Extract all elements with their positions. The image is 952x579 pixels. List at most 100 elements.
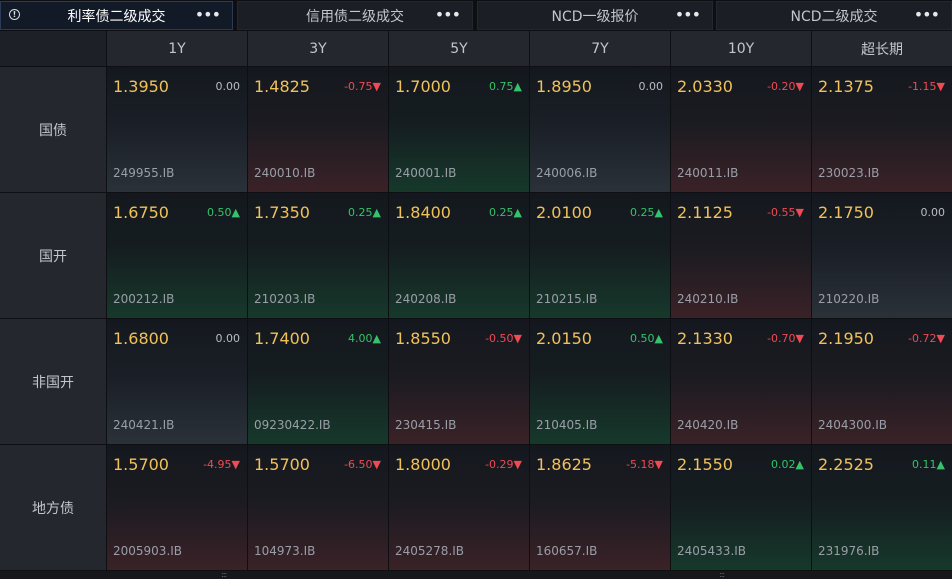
tab-credit-bond-secondary[interactable]: 信用债二级成交 ••• bbox=[237, 1, 473, 30]
quote-cell[interactable]: 2.1330 -0.70▼ 240420.IB bbox=[671, 319, 811, 444]
quote-cell[interactable]: 2.1950 -0.72▼ 2404300.IB bbox=[812, 319, 952, 444]
change-value: 0.75▲ bbox=[489, 80, 522, 93]
quote-cell[interactable]: 2.0150 0.50▲ 210405.IB bbox=[530, 319, 670, 444]
change-value: 0.00 bbox=[920, 206, 946, 219]
more-options-icon[interactable]: ••• bbox=[435, 7, 461, 23]
change-value: 4.00▲ bbox=[348, 332, 381, 345]
yield-value: 1.7400 bbox=[254, 329, 310, 348]
more-options-icon[interactable]: ••• bbox=[195, 7, 221, 23]
yield-value: 1.8400 bbox=[395, 203, 451, 222]
bond-code: 2404300.IB bbox=[818, 418, 888, 432]
yield-value: 1.3950 bbox=[113, 77, 169, 96]
quote-cell[interactable]: 2.1750 0.00 210220.IB bbox=[812, 193, 952, 318]
yield-value: 2.1550 bbox=[677, 455, 733, 474]
yield-value: 1.7000 bbox=[395, 77, 451, 96]
quote-cell[interactable]: 1.6800 0.00 240421.IB bbox=[107, 319, 247, 444]
quote-cell[interactable]: 1.8625 -5.18▼ 160657.IB bbox=[530, 445, 670, 570]
more-options-icon[interactable]: ••• bbox=[675, 7, 701, 23]
quote-cell[interactable]: 2.0330 -0.20▼ 240011.IB bbox=[671, 67, 811, 192]
grid-corner bbox=[0, 31, 106, 66]
change-value: 0.00 bbox=[215, 332, 241, 345]
column-header: 10Y bbox=[671, 31, 811, 66]
quote-cell[interactable]: 1.8550 -0.50▼ 230415.IB bbox=[389, 319, 529, 444]
bond-code: 210405.IB bbox=[536, 418, 598, 432]
quote-cell[interactable]: 1.8000 -0.29▼ 2405278.IB bbox=[389, 445, 529, 570]
quote-cell[interactable]: 1.8400 0.25▲ 240208.IB bbox=[389, 193, 529, 318]
yield-value: 2.1750 bbox=[818, 203, 874, 222]
quote-cell[interactable]: 2.1550 0.02▲ 2405433.IB bbox=[671, 445, 811, 570]
row-header: 非国开 bbox=[0, 319, 106, 444]
yield-value: 1.8000 bbox=[395, 455, 451, 474]
quote-cell[interactable]: 1.6750 0.50▲ 200212.IB bbox=[107, 193, 247, 318]
bond-code: 240006.IB bbox=[536, 166, 598, 180]
yield-value: 2.0100 bbox=[536, 203, 592, 222]
column-header: 1Y bbox=[107, 31, 247, 66]
quote-cell[interactable]: 1.3950 0.00 249955.IB bbox=[107, 67, 247, 192]
change-value: -0.20▼ bbox=[767, 80, 804, 93]
quote-cell[interactable]: 1.5700 -6.50▼ 104973.IB bbox=[248, 445, 388, 570]
quote-cell[interactable]: 1.7000 0.75▲ 240001.IB bbox=[389, 67, 529, 192]
yield-value: 2.0150 bbox=[536, 329, 592, 348]
quote-cell[interactable]: 1.7350 0.25▲ 210203.IB bbox=[248, 193, 388, 318]
yield-value: 1.6750 bbox=[113, 203, 169, 222]
resize-grip-icon[interactable]: ::: bbox=[719, 571, 725, 579]
resize-grip-icon[interactable]: ::: bbox=[221, 571, 227, 579]
yield-value: 2.2525 bbox=[818, 455, 874, 474]
bond-code: 240011.IB bbox=[677, 166, 739, 180]
yield-value: 1.8950 bbox=[536, 77, 592, 96]
change-value: 0.25▲ bbox=[348, 206, 381, 219]
column-header: 超长期 bbox=[812, 31, 952, 66]
change-value: -0.55▼ bbox=[767, 206, 804, 219]
change-value: -0.29▼ bbox=[485, 458, 522, 471]
yield-value: 1.4825 bbox=[254, 77, 310, 96]
change-value: 0.00 bbox=[638, 80, 664, 93]
change-value: -0.70▼ bbox=[767, 332, 804, 345]
quote-cell[interactable]: 1.8950 0.00 240006.IB bbox=[530, 67, 670, 192]
yield-value: 1.8550 bbox=[395, 329, 451, 348]
change-value: 0.11▲ bbox=[912, 458, 945, 471]
quote-cell[interactable]: 1.5700 -4.95▼ 2005903.IB bbox=[107, 445, 247, 570]
tab-bar: ! 利率债二级成交 ••• 信用债二级成交 ••• NCD一级报价 ••• NC… bbox=[0, 0, 952, 31]
bond-code: 2405433.IB bbox=[677, 544, 747, 558]
change-value: -0.75▼ bbox=[344, 80, 381, 93]
bond-code: 240001.IB bbox=[395, 166, 457, 180]
bond-code: 210203.IB bbox=[254, 292, 316, 306]
bond-code: 104973.IB bbox=[254, 544, 316, 558]
change-value: 0.02▲ bbox=[771, 458, 804, 471]
quote-cell[interactable]: 1.7400 4.00▲ 09230422.IB bbox=[248, 319, 388, 444]
bond-code: 240010.IB bbox=[254, 166, 316, 180]
change-value: 0.25▲ bbox=[630, 206, 663, 219]
yield-value: 1.6800 bbox=[113, 329, 169, 348]
change-value: 0.00 bbox=[215, 80, 241, 93]
change-value: -5.18▼ bbox=[626, 458, 663, 471]
quote-cell[interactable]: 1.4825 -0.75▼ 240010.IB bbox=[248, 67, 388, 192]
bond-code: 200212.IB bbox=[113, 292, 175, 306]
tab-ncd-secondary[interactable]: NCD二级成交 ••• bbox=[716, 1, 952, 30]
quote-cell[interactable]: 2.2525 0.11▲ 231976.IB bbox=[812, 445, 952, 570]
column-header: 5Y bbox=[389, 31, 529, 66]
tab-ncd-primary-quote[interactable]: NCD一级报价 ••• bbox=[477, 1, 713, 30]
bond-code: 09230422.IB bbox=[254, 418, 331, 432]
bond-code: 240210.IB bbox=[677, 292, 739, 306]
quote-cell[interactable]: 2.1125 -0.55▼ 240210.IB bbox=[671, 193, 811, 318]
bond-code: 230023.IB bbox=[818, 166, 880, 180]
change-value: -0.50▼ bbox=[485, 332, 522, 345]
more-options-icon[interactable]: ••• bbox=[914, 7, 940, 23]
bottom-resize-bar[interactable] bbox=[0, 571, 952, 579]
change-value: -6.50▼ bbox=[344, 458, 381, 471]
column-header: 7Y bbox=[530, 31, 670, 66]
yield-value: 2.1125 bbox=[677, 203, 733, 222]
bond-code: 210220.IB bbox=[818, 292, 880, 306]
quote-cell[interactable]: 2.1375 -1.15▼ 230023.IB bbox=[812, 67, 952, 192]
yield-value: 2.0330 bbox=[677, 77, 733, 96]
bond-code: 160657.IB bbox=[536, 544, 598, 558]
tab-rate-bond-secondary[interactable]: ! 利率债二级成交 ••• bbox=[0, 1, 233, 30]
yield-value: 2.1375 bbox=[818, 77, 874, 96]
change-value: 0.50▲ bbox=[207, 206, 240, 219]
bond-code: 2405278.IB bbox=[395, 544, 465, 558]
quote-cell[interactable]: 2.0100 0.25▲ 210215.IB bbox=[530, 193, 670, 318]
bond-code: 2005903.IB bbox=[113, 544, 183, 558]
yield-value: 1.7350 bbox=[254, 203, 310, 222]
column-header: 3Y bbox=[248, 31, 388, 66]
bond-code: 230415.IB bbox=[395, 418, 457, 432]
